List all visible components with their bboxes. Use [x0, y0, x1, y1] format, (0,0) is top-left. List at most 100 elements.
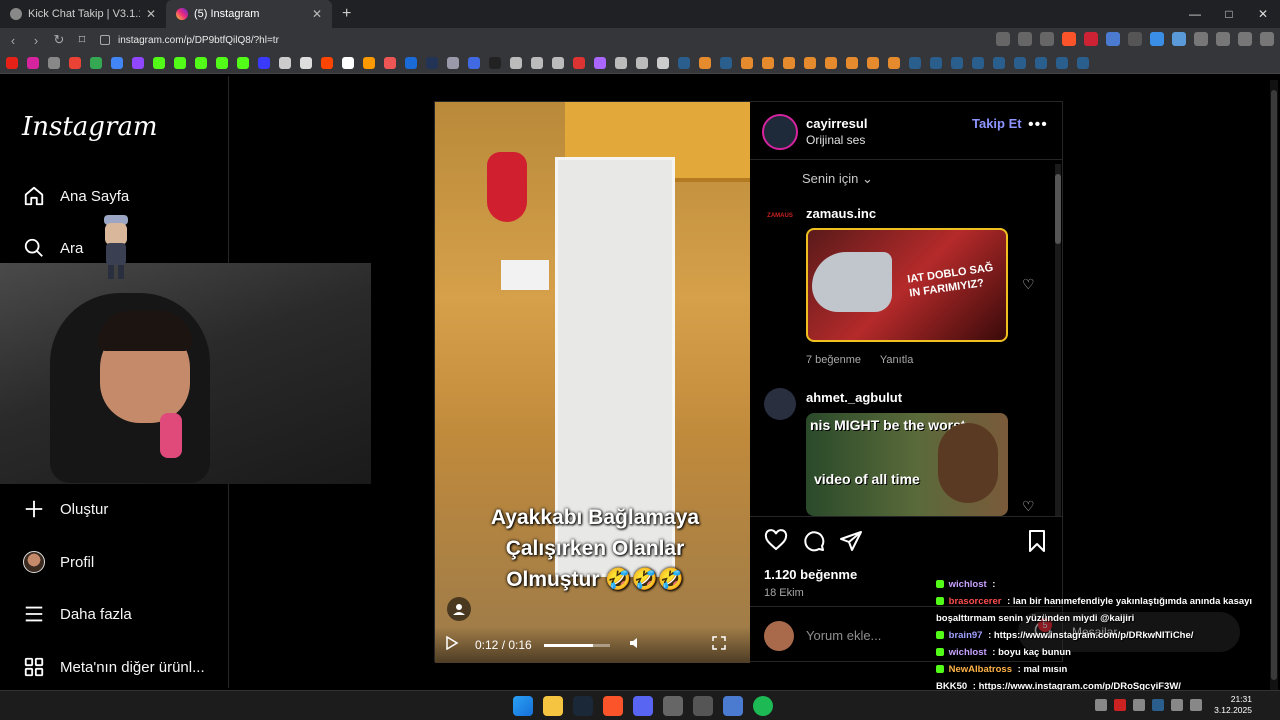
extension-icon[interactable] [1150, 32, 1164, 46]
instagram-logo[interactable]: Instagram [22, 112, 158, 142]
amazon-bookmark-icon[interactable] [363, 56, 375, 69]
extension-icon[interactable] [1172, 32, 1186, 46]
brave-icon[interactable] [603, 696, 623, 716]
steam-bookmark-icon[interactable] [720, 56, 732, 69]
bookmark-icon[interactable] [867, 56, 879, 69]
scrollbar-thumb[interactable] [1271, 90, 1277, 680]
steam-bookmark-icon[interactable] [951, 56, 963, 69]
tray-app-icon[interactable] [1133, 699, 1145, 711]
bookmark-icon[interactable] [888, 56, 900, 69]
comment-sort-dropdown[interactable]: Senin için ⌄ [802, 171, 873, 187]
sidebar-item-create[interactable]: Oluştur [22, 497, 108, 521]
kick-bookmark-icon[interactable] [153, 56, 165, 69]
gmail-bookmark-icon[interactable] [69, 56, 81, 69]
bookmark-icon[interactable] [825, 56, 837, 69]
author-avatar[interactable] [762, 114, 798, 150]
video-player[interactable]: Ayakkabı Bağlamaya Çalışırken Olanlar Ol… [435, 102, 750, 663]
close-window-button[interactable]: ✕ [1246, 0, 1280, 28]
reload-button[interactable]: ↻ [49, 32, 69, 48]
bookmark-icon[interactable] [699, 56, 711, 69]
bookmark-icon[interactable]: ⌑ [72, 32, 92, 48]
tray-app-icon[interactable] [1114, 699, 1126, 711]
bookmark-icon[interactable] [405, 56, 417, 69]
follow-button[interactable]: Takip Et [972, 116, 1022, 131]
sidebar-item-home[interactable]: Ana Sayfa [22, 184, 129, 208]
like-count[interactable]: 1.120 beğenme [764, 567, 857, 582]
menu-icon[interactable] [1260, 32, 1274, 46]
music-icon[interactable] [1238, 32, 1252, 46]
bookmark-icon[interactable] [804, 56, 816, 69]
twitch-bookmark-icon[interactable] [132, 56, 144, 69]
steam-bookmark-icon[interactable] [909, 56, 921, 69]
bookmark-icon[interactable] [489, 56, 501, 69]
bookmark-icon[interactable] [426, 56, 438, 69]
extension-icon[interactable] [1128, 32, 1142, 46]
app-icon[interactable] [723, 696, 743, 716]
play-icon[interactable] [445, 635, 459, 655]
tray-network-icon[interactable] [1190, 699, 1202, 711]
kick-bookmark-icon[interactable] [216, 56, 228, 69]
reddit-bookmark-icon[interactable] [321, 56, 333, 69]
share-icon[interactable] [839, 529, 863, 553]
minimize-button[interactable]: — [1178, 0, 1212, 28]
app-icon[interactable] [693, 696, 713, 716]
bookmark-icon[interactable] [258, 56, 270, 69]
reply-button[interactable]: Yanıtla [880, 354, 913, 366]
tray-volume-icon[interactable] [1171, 699, 1183, 711]
sidebar-item-search[interactable]: Ara [22, 236, 83, 260]
bookmark-icon[interactable] [594, 56, 606, 69]
video-progress-bar[interactable] [543, 643, 610, 647]
youtube-bookmark-icon[interactable] [6, 56, 18, 69]
steam-icon[interactable] [573, 696, 593, 716]
comment-like-icon[interactable]: ♡ [1022, 276, 1035, 293]
comment-icon[interactable] [802, 529, 826, 553]
bookmark-icon[interactable] [468, 56, 480, 69]
bookmark-icon[interactable] [615, 56, 627, 69]
spotify-icon[interactable] [753, 696, 773, 716]
bookmark-icon[interactable] [342, 56, 354, 69]
steam-bookmark-icon[interactable] [930, 56, 942, 69]
bookmark-icon[interactable] [783, 56, 795, 69]
like-icon[interactable] [764, 529, 788, 553]
zoom-icon[interactable] [1018, 32, 1032, 46]
maximize-button[interactable]: □ [1212, 0, 1246, 28]
audio-label[interactable]: Orijinal ses [806, 133, 865, 147]
bookmark-icon[interactable] [762, 56, 774, 69]
close-tab-icon[interactable]: ✕ [146, 7, 156, 21]
tab-kick-chat[interactable]: Kick Chat Takip | V3.1.1 ✕ [0, 0, 166, 28]
app-icon[interactable] [663, 696, 683, 716]
tray-steam-icon[interactable] [1152, 699, 1164, 711]
comment-username[interactable]: ahmet._agbulut [806, 390, 902, 405]
bookmark-icon[interactable] [237, 56, 249, 69]
steam-bookmark-icon[interactable] [1056, 56, 1068, 69]
bookmark-icon[interactable] [447, 56, 459, 69]
forward-button[interactable]: › [26, 33, 46, 48]
folder-icon[interactable] [657, 56, 669, 69]
new-tab-button[interactable]: + [332, 5, 361, 23]
comment-avatar[interactable] [764, 388, 796, 420]
comments-scrollbar[interactable] [1055, 164, 1061, 516]
cast-icon[interactable] [996, 32, 1010, 46]
drive-bookmark-icon[interactable] [90, 56, 102, 69]
steam-bookmark-icon[interactable] [1035, 56, 1047, 69]
discord-icon[interactable] [633, 696, 653, 716]
bookmark-icon[interactable] [510, 56, 522, 69]
site-settings-icon[interactable] [100, 35, 110, 45]
bookmark-icon[interactable] [846, 56, 858, 69]
more-options-button[interactable]: ••• [1028, 116, 1048, 134]
comment-likes[interactable]: 7 beğenme [806, 354, 861, 366]
x-bookmark-icon[interactable] [300, 56, 312, 69]
sidebar-icon[interactable] [1216, 32, 1230, 46]
steam-bookmark-icon[interactable] [678, 56, 690, 69]
share-icon[interactable] [1040, 32, 1054, 46]
tray-chevron-icon[interactable] [1095, 699, 1107, 711]
author-username[interactable]: cayirresul [806, 116, 867, 131]
tab-instagram[interactable]: (5) Instagram ✕ [166, 0, 332, 28]
page-scrollbar[interactable] [1270, 80, 1278, 690]
file-explorer-icon[interactable] [543, 696, 563, 716]
comment-gif[interactable]: nis MIGHT be the worst video of all time [806, 413, 1008, 516]
comment-gif[interactable]: IAT DOBLO SAĞ IN FARIMIYIZ? [806, 228, 1008, 342]
comment-username[interactable]: zamaus.inc [806, 206, 876, 221]
fullscreen-icon[interactable] [711, 635, 726, 655]
bookmark-icon[interactable] [636, 56, 648, 69]
